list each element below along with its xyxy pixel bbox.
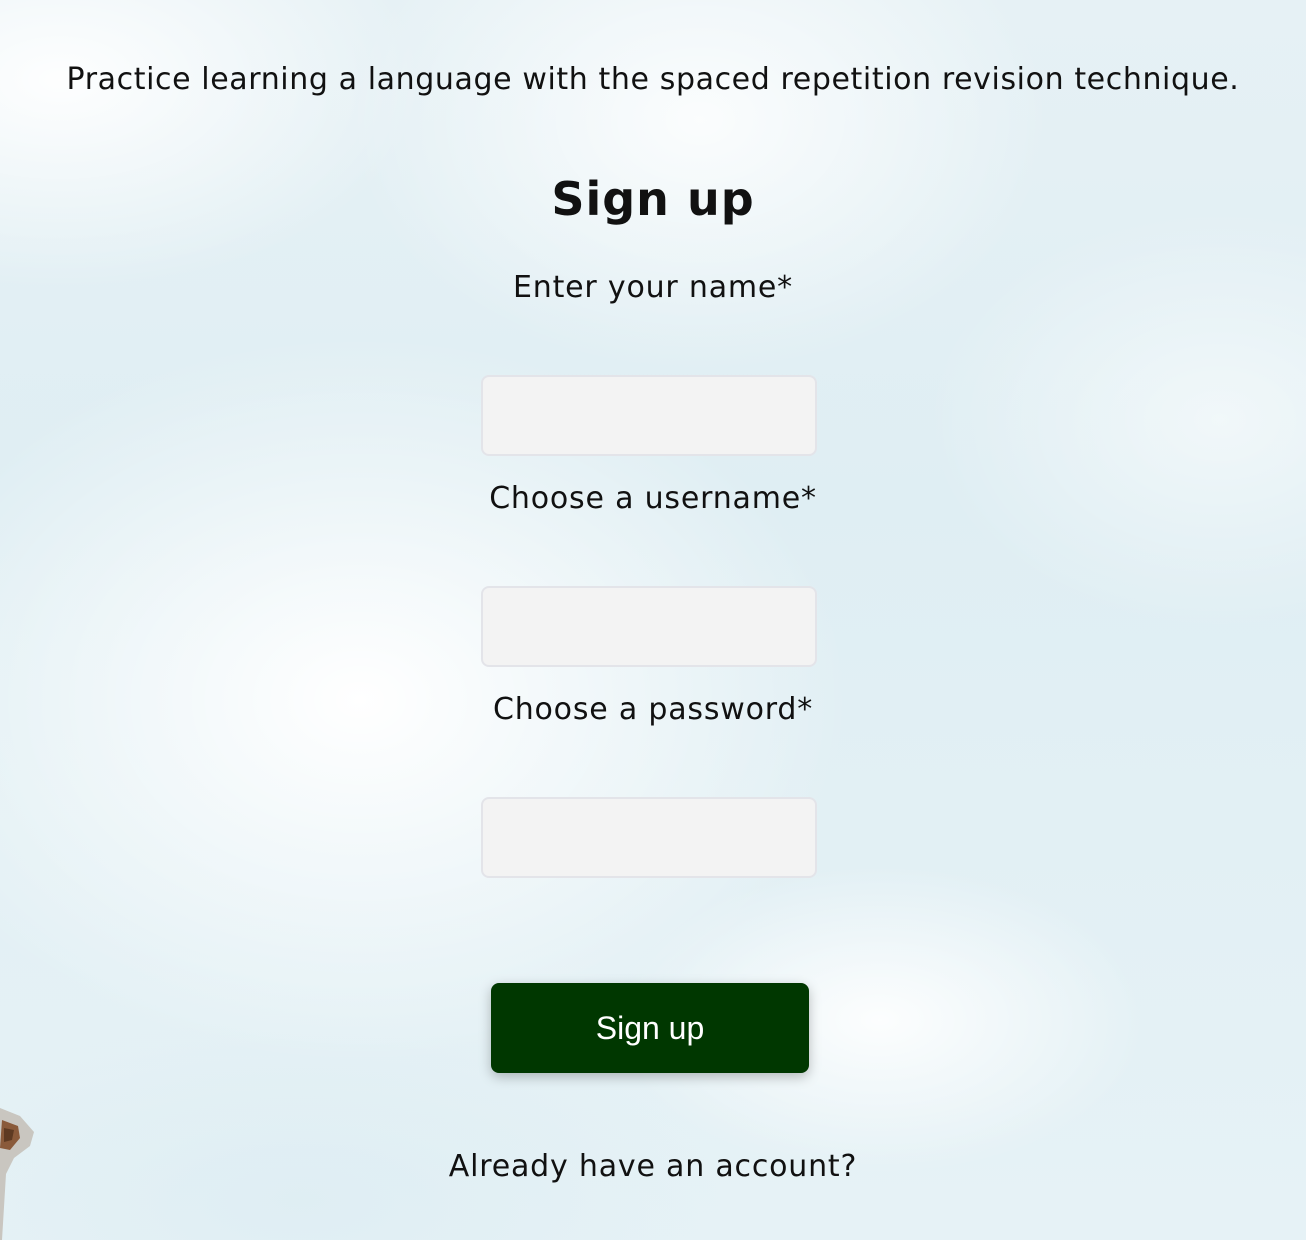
password-input[interactable] <box>481 797 817 878</box>
password-label: Choose a password* <box>492 692 814 727</box>
username-input[interactable] <box>481 586 817 667</box>
corner-illustration <box>0 1108 34 1240</box>
username-label: Choose a username* <box>489 481 817 516</box>
name-label: Enter your name* <box>513 270 793 305</box>
page-title: Sign up <box>551 172 755 226</box>
login-link[interactable]: Already have an account? <box>0 1149 1306 1184</box>
name-input[interactable] <box>481 375 817 456</box>
signup-button[interactable]: Sign up <box>491 983 809 1073</box>
signup-page: Practice learning a language with the sp… <box>0 0 1306 1240</box>
tagline-text: Practice learning a language with the sp… <box>66 62 1240 97</box>
